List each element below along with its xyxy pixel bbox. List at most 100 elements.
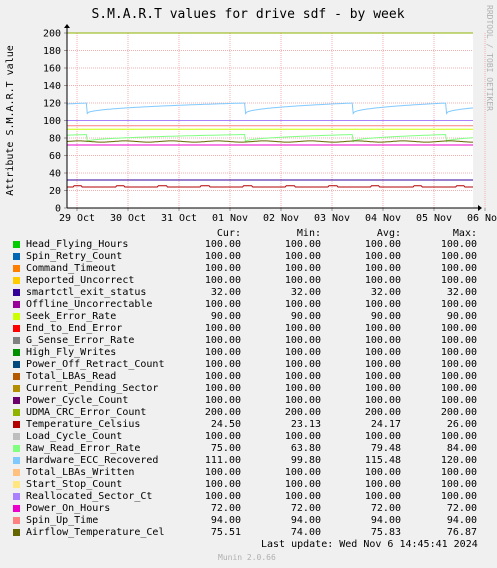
legend-swatch	[13, 493, 20, 500]
legend-row: Load_Cycle_Count 100.00 100.00 100.00 100.00	[0, 431, 497, 443]
legend-max-value: 200.00	[440, 407, 477, 418]
legend-max-value: 72.00	[446, 503, 477, 514]
legend-avg-value: 100.00	[364, 335, 401, 346]
legend-cur-value: 75.51	[210, 527, 241, 538]
legend-avg-value: 100.00	[364, 371, 401, 382]
legend-max-value: 84.00	[446, 443, 477, 454]
legend-min-value: 100.00	[284, 491, 321, 502]
legend-min-value: 100.00	[284, 371, 321, 382]
legend-max-value: 100.00	[440, 239, 477, 250]
legend-min-value: 200.00	[284, 407, 321, 418]
legend-row: smartctl_exit_status 32.00 32.00 32.00 32.00	[0, 287, 497, 299]
legend-avg-value: 100.00	[364, 395, 401, 406]
legend-cur-value: 100.00	[204, 323, 241, 334]
legend-min-value: 100.00	[284, 323, 321, 334]
legend-max-value: 100.00	[440, 347, 477, 358]
legend-label: Seek_Error_Rate	[26, 311, 117, 322]
legend-label: Load_Cycle_Count	[26, 431, 123, 442]
legend-label: Power_Off_Retract_Count	[26, 359, 165, 370]
legend-row: Power_Off_Retract_Count 100.00 100.00 100.0…	[0, 359, 497, 371]
legend-swatch	[13, 349, 20, 356]
legend-row: Airflow_Temperature_Cel 75.51 74.00 75.83 76…	[0, 527, 497, 539]
x-tick-label: 01 Nov	[212, 213, 248, 224]
y-axis-label: Attribute S.M.A.R.T value	[5, 45, 16, 196]
legend-max-value: 32.00	[446, 287, 477, 298]
legend-max-value: 100.00	[440, 275, 477, 286]
legend-max-value: 100.00	[440, 491, 477, 502]
legend-swatch	[13, 325, 20, 332]
legend-min-value: 94.00	[290, 515, 321, 526]
legend-avg-value: 94.00	[370, 515, 401, 526]
legend-avg-value: 100.00	[364, 467, 401, 478]
x-tick-label: 05 Nov	[416, 213, 452, 224]
legend-max-value: 100.00	[440, 371, 477, 382]
legend-avg-value: 100.00	[364, 491, 401, 502]
legend-avg-value: 100.00	[364, 347, 401, 358]
last-update: Last update: Wed Nov 6 14:45:41 2024	[261, 539, 478, 550]
legend-swatch	[13, 241, 20, 248]
legend-min-value: 100.00	[284, 239, 321, 250]
legend-cur-value: 100.00	[204, 395, 241, 406]
legend-avg-value: 100.00	[364, 251, 401, 262]
y-tick-label: 160	[43, 64, 61, 75]
legend-swatch	[13, 373, 20, 380]
legend-cur-value: 100.00	[204, 371, 241, 382]
legend-label: Head_Flying_Hours	[26, 239, 129, 250]
legend-max-value: 120.00	[440, 455, 477, 466]
legend-min-value: 100.00	[284, 263, 321, 274]
legend-min-value: 63.80	[290, 443, 321, 454]
legend-label: Total_LBAs_Read	[26, 371, 117, 382]
x-tick-label: 31 Oct	[161, 213, 197, 224]
x-axis-arrow	[478, 205, 482, 211]
legend-min-value: 90.00	[290, 311, 321, 322]
legend-cur-value: 100.00	[204, 275, 241, 286]
legend-min-value: 74.00	[290, 527, 321, 538]
legend-label: Power_On_Hours	[26, 503, 111, 514]
legend-row: Head_Flying_Hours 100.00 100.00 100.00 100.0…	[0, 239, 497, 251]
legend-min-value: 100.00	[284, 383, 321, 394]
legend-swatch	[13, 253, 20, 260]
legend-label: Temperature_Celsius	[26, 419, 141, 430]
legend-label: Offline_Uncorrectable	[26, 299, 153, 310]
legend-row: Raw_Read_Error_Rate 75.00 63.80 79.48 84.00	[0, 443, 497, 455]
legend-cur-value: 100.00	[204, 251, 241, 262]
legend-cur-value: 100.00	[204, 479, 241, 490]
legend-cur-value: 72.00	[210, 503, 241, 514]
legend-cur-value: 100.00	[204, 239, 241, 250]
legend-cur-value: 100.00	[204, 491, 241, 502]
legend-max-value: 100.00	[440, 479, 477, 490]
legend-min-value: 100.00	[284, 359, 321, 370]
chart: 02040608010012014016018020029 Oct 30 Oct 3…	[5, 5, 497, 224]
legend-cur-value: 94.00	[210, 515, 241, 526]
y-tick-label: 80	[49, 134, 61, 145]
legend-row: Temperature_Celsius 24.50 23.13 24.17 26.00	[0, 419, 497, 431]
legend-cur-value: 100.00	[204, 335, 241, 346]
legend-swatch	[13, 313, 20, 320]
legend-max-value: 100.00	[440, 251, 477, 262]
legend-label: G_Sense_Error_Rate	[26, 335, 135, 346]
legend-avg-value: 24.17	[370, 419, 401, 430]
legend-max-value: 100.00	[440, 467, 477, 478]
legend-min-value: 100.00	[284, 335, 321, 346]
legend-avg-value: 90.00	[370, 311, 401, 322]
x-tick-label: 29 Oct	[59, 213, 95, 224]
legend-cur-value: 100.00	[204, 347, 241, 358]
legend-avg-value: 100.00	[364, 431, 401, 442]
legend-swatch	[13, 277, 20, 284]
legend-swatch	[13, 529, 20, 536]
x-tick-label: 03 Nov	[314, 213, 350, 224]
legend-swatch	[13, 397, 20, 404]
legend-swatch	[13, 469, 20, 476]
y-tick-label: 140	[43, 81, 61, 92]
legend-min-value: 23.13	[290, 419, 321, 430]
legend-row: Power_On_Hours 72.00 72.00 72.00 72.00	[0, 503, 497, 515]
legend-avg-value: 100.00	[364, 239, 401, 250]
legend-avg-value: 79.48	[370, 443, 401, 454]
header-min: Min:	[296, 228, 321, 239]
legend-swatch	[13, 505, 20, 512]
legend-row: High_Fly_Writes 100.00 100.00 100.00 100.00	[0, 347, 497, 359]
legend-avg-value: 32.00	[370, 287, 401, 298]
legend-row: UDMA_CRC_Error_Count 200.00 200.00 200.00 20…	[0, 407, 497, 419]
legend-swatch	[13, 445, 20, 452]
legend-min-value: 100.00	[284, 251, 321, 262]
